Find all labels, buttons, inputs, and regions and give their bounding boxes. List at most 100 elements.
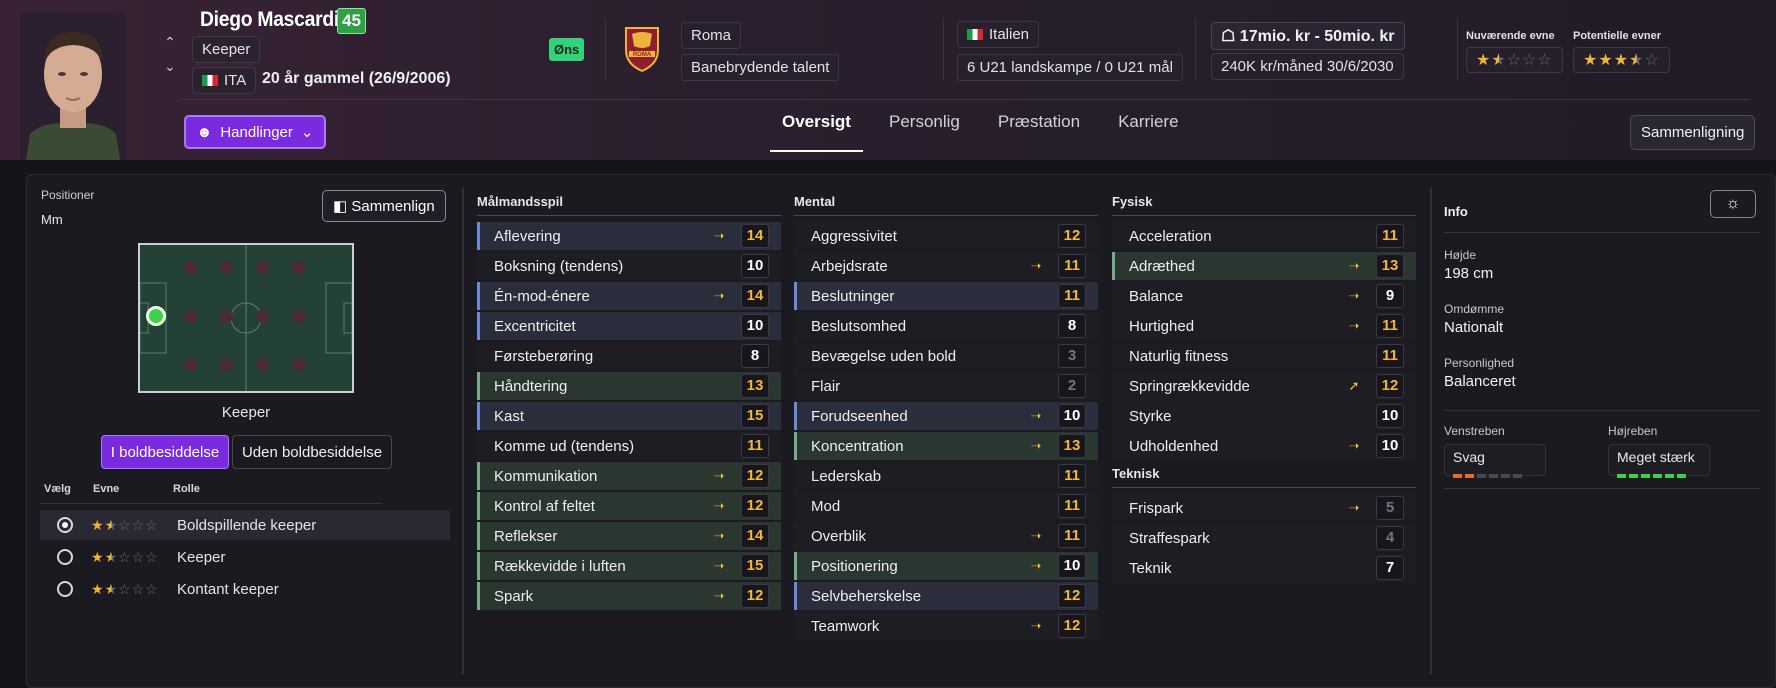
trend-arrow-icon: ➝ [1348,438,1360,453]
info-settings-button[interactable]: ☼ [1710,190,1756,218]
attribute-row[interactable]: Straffespark 4 [1112,524,1416,552]
attribute-row[interactable]: Teamwork ➝ 12 [794,612,1098,640]
attribute-row[interactable]: Komme ud (tendens) 11 [477,432,781,460]
role-radio[interactable] [57,581,73,597]
attribute-name: Kontrol af feltet [494,497,595,515]
tab-oversigt[interactable]: Oversigt [770,108,863,152]
attribute-row[interactable]: Kommunikation ➝ 12 [477,462,781,490]
attribute-row[interactable]: Håndtering 13 [477,372,781,400]
club-status: Banebrydende talent [691,59,830,76]
attribute-value: 11 [1058,494,1086,518]
trend-arrow-icon: ➝ [1348,288,1360,303]
attribute-row[interactable]: Lederskab 11 [794,462,1098,490]
attribute-row[interactable]: Aggressivitet 12 [794,222,1098,250]
tab-karriere[interactable]: Karriere [1106,108,1190,152]
club-chip[interactable]: Roma [681,22,742,49]
role-radio[interactable] [57,517,73,533]
foot-strength-segment [1489,474,1498,478]
attribute-value: 12 [741,494,769,518]
attribute-name: Spark [494,587,534,605]
club-crest-icon[interactable]: ROMA [623,24,661,73]
attribute-row[interactable]: Springrækkevidde ➚ 12 [1112,372,1416,400]
role-row[interactable]: ★★☆☆☆ Kontant keeper [40,574,450,604]
attribute-row[interactable]: Overblik ➝ 11 [794,522,1098,550]
compare-positions-button[interactable]: ◧ Sammenlign [322,190,446,222]
attribute-row[interactable]: Styrke 10 [1112,402,1416,430]
attribute-row[interactable]: Beslutninger 11 [794,282,1098,310]
attribute-row[interactable]: Kast 15 [477,402,781,430]
attribute-row[interactable]: Koncentration ➝ 13 [794,432,1098,460]
attribute-row[interactable]: Spark ➝ 12 [477,582,781,610]
pitch-position-dot [292,310,305,323]
attribute-value: 12 [1058,224,1086,248]
chevron-up-icon[interactable]: ⌃ [162,30,178,54]
in-possession-toggle[interactable]: I boldbesiddelse [101,435,229,469]
pitch-lines [140,245,352,391]
tab-præstation[interactable]: Præstation [986,108,1092,152]
attribute-name: Aflevering [494,227,561,245]
attribute-row[interactable]: Bevægelse uden bold 3 [794,342,1098,370]
compare-button[interactable]: Sammenligning [1630,115,1756,150]
attribute-row[interactable]: Reflekser ➝ 14 [477,522,781,550]
position-label: Keeper [202,41,251,58]
foot-strength-segment [1477,474,1486,478]
wanted-badge[interactable]: Øns [549,38,585,61]
pitch-position-dot [292,261,305,274]
attribute-row[interactable]: Rækkevidde i luften ➝ 15 [477,552,781,580]
attribute-row[interactable]: Hurtighed ➝ 11 [1112,312,1416,340]
attribute-name: Adræthed [1129,257,1195,275]
attribute-row[interactable]: Adræthed ➝ 13 [1112,252,1416,280]
physical-title: Fysisk [1112,194,1416,216]
foot-strength-segment [1617,474,1626,478]
trend-arrow-icon: ➝ [713,468,725,483]
foot-strength-segment [1677,474,1686,478]
role-row[interactable]: ★★☆☆☆ Keeper [40,542,450,572]
attribute-row[interactable]: Flair 2 [794,372,1098,400]
attribute-row[interactable]: Teknik 7 [1112,554,1416,582]
current-ability-label: Nuværende evne [1466,30,1555,42]
nationality-chip[interactable]: ITA [192,67,257,94]
attribute-name: Kast [494,407,525,425]
attribute-row[interactable]: Acceleration 11 [1112,222,1416,250]
attribute-row[interactable]: Positionering ➝ 10 [794,552,1098,580]
role-stars: ★★☆☆☆ [91,548,159,565]
role-radio[interactable] [57,549,73,565]
attribute-row[interactable]: Frispark ➝ 5 [1112,494,1416,522]
attribute-row[interactable]: Boksning (tendens) 10 [477,252,781,280]
actions-button[interactable]: ☻ Handlinger ⌄ [184,115,326,149]
tab-personlig[interactable]: Personlig [877,108,972,152]
attribute-row[interactable]: Førsteberøring 8 [477,342,781,370]
attribute-row[interactable]: Balance ➝ 9 [1112,282,1416,310]
right-foot-bar [1617,465,1701,481]
mental-title: Mental [794,194,1098,216]
attribute-row[interactable]: Arbejdsrate ➝ 11 [794,252,1098,280]
role-row[interactable]: ★★☆☆☆ Boldspillende keeper [40,510,450,540]
attribute-row[interactable]: Beslutsomhed 8 [794,312,1098,340]
attribute-row[interactable]: Naturlig fitness 11 [1112,342,1416,370]
club-name: Roma [691,27,732,44]
pitch-position-dot [184,358,197,371]
attribute-name: Reflekser [494,527,558,545]
attribute-value: 11 [741,434,769,458]
attribute-name: Forudseenhed [811,407,908,425]
attribute-row[interactable]: Forudseenhed ➝ 10 [794,402,1098,430]
chevron-down-icon[interactable]: ⌄ [162,54,178,78]
attribute-row[interactable]: Excentricitet 10 [477,312,781,340]
info-title: Info [1444,204,1468,219]
attribute-row[interactable]: Mod 11 [794,492,1098,520]
trend-arrow-icon: ➝ [713,588,725,603]
attribute-row[interactable]: Kontrol af feltet ➝ 12 [477,492,781,520]
pitch-caption: Keeper [221,404,271,421]
attribute-row[interactable]: Én-mod-énere ➝ 14 [477,282,781,310]
attribute-row[interactable]: Udholdenhed ➝ 10 [1112,432,1416,460]
attribute-row[interactable]: Aflevering ➝ 14 [477,222,781,250]
position-pitch [138,243,354,393]
out-of-possession-toggle[interactable]: Uden boldbesiddelse [232,435,392,469]
attribute-value: 5 [1376,496,1404,520]
attribute-row[interactable]: Selvbeherskelse 12 [794,582,1098,610]
attribute-value: 10 [741,314,769,338]
nation-chip[interactable]: Italien [957,21,1040,48]
role-stars: ★★☆☆☆ [91,516,159,533]
age-text: 20 år gammel (26/9/2006) [262,70,451,87]
attribute-value: 11 [1376,344,1404,368]
